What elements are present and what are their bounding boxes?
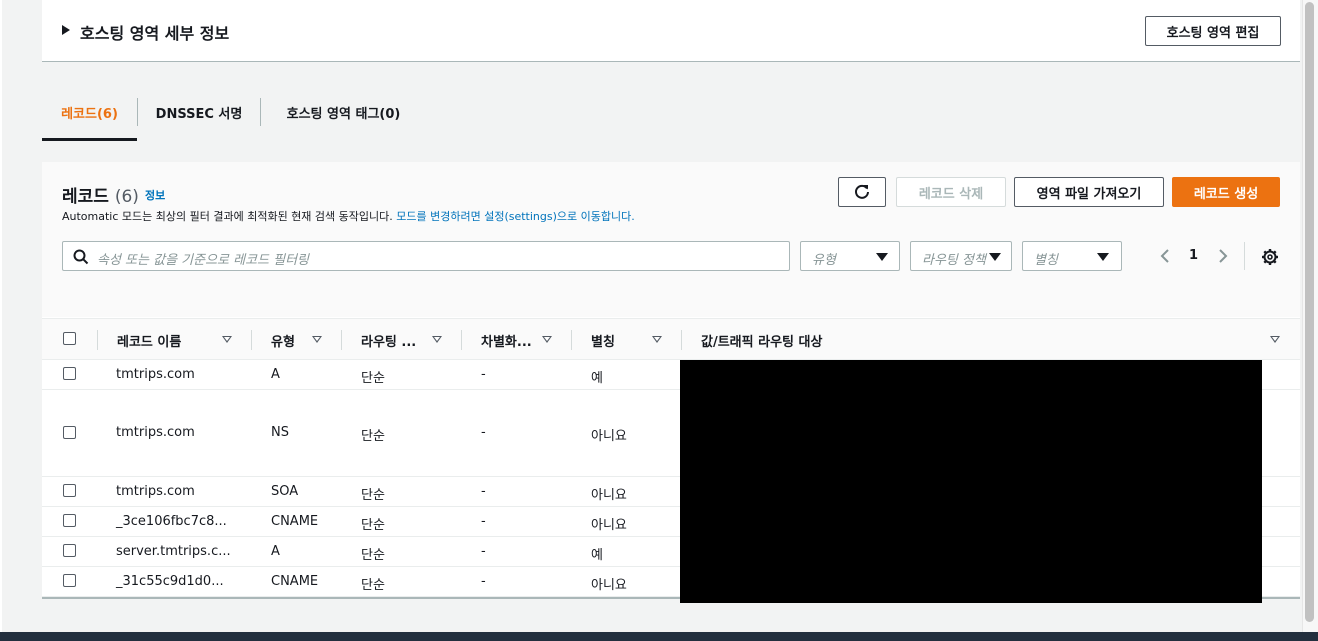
column-divider [251,330,252,350]
settings-link[interactable]: 모드를 변경하려면 설정(settings)으로 이동합니다. [396,210,634,223]
refresh-icon [855,184,869,199]
row-checkbox[interactable] [63,574,76,587]
record-name: server.tmtrips.c... [116,544,231,559]
column-divider [97,330,98,350]
record-type: SOA [271,484,299,499]
record-alias: 예 [591,548,603,563]
import-zone-file-button[interactable]: 영역 파일 가져오기 [1014,177,1164,207]
record-differentiator: - [481,544,486,559]
column-header-type[interactable]: 유형 [271,319,295,361]
type-filter-label: 유형 [812,253,836,268]
record-alias: 예 [591,371,603,386]
column-header-value[interactable]: 값/트래픽 라우팅 대상 [701,319,822,361]
type-filter-select[interactable]: 유형 [800,241,900,271]
column-divider [681,330,682,350]
row-checkbox[interactable] [63,544,76,557]
row-checkbox[interactable] [63,426,76,439]
sort-icon[interactable] [652,336,662,343]
row-checkbox[interactable] [63,367,76,380]
search-placeholder: 속성 또는 값을 기준으로 레코드 필터링 [97,253,310,268]
row-checkbox[interactable] [63,484,76,497]
record-type: CNAME [271,574,319,589]
record-filter-input[interactable]: 속성 또는 값을 기준으로 레코드 필터링 [62,241,790,271]
row-checkbox[interactable] [63,514,76,527]
edit-hosted-zone-button[interactable]: 호스팅 영역 편집 [1145,16,1281,46]
routing-policy-filter-label: 라우팅 정책 [922,253,986,268]
sort-icon[interactable] [542,336,552,343]
settings-gear-icon[interactable] [1261,248,1279,266]
bottom-bar [0,632,1318,641]
redacted-values-block [680,360,1262,603]
search-icon [73,249,89,265]
record-routing: 단순 [361,578,385,593]
records-title-text: 레코드 [62,187,109,207]
record-alias: 아니요 [591,488,627,503]
expand-caret-icon[interactable] [62,25,70,35]
tab-dnssec[interactable]: DNSSEC 서명 [138,84,260,140]
record-routing: 단순 [361,488,385,503]
dropdown-arrow-icon [876,253,888,261]
current-page[interactable]: 1 [1189,248,1198,263]
record-alias: 아니요 [591,578,627,593]
record-differentiator: - [481,367,486,382]
dropdown-arrow-icon [989,253,1001,261]
description-text: Automatic 모드는 최상의 필터 결과에 최적화된 현재 검색 동작입니… [62,210,393,223]
column-header-alias[interactable]: 별칭 [591,319,615,361]
table-header: 레코드 이름 유형 라우팅 ... 차별화... 별칭 값/트래픽 라우팅 대상 [42,318,1300,360]
hosted-zone-details-panel: 호스팅 영역 세부 정보 호스팅 영역 편집 [42,0,1300,62]
column-divider [461,330,462,350]
tab-hosted-zone-tags[interactable]: 호스팅 영역 태그(0) [261,84,426,140]
next-page-icon[interactable] [1217,248,1229,264]
record-type: CNAME [271,514,319,529]
create-record-button[interactable]: 레코드 생성 [1172,177,1280,207]
record-routing: 단순 [361,548,385,563]
column-divider [341,330,342,350]
sort-icon[interactable] [1270,336,1280,343]
info-link[interactable]: 정보 [145,187,165,203]
app-frame: 호스팅 영역 세부 정보 호스팅 영역 편집 레코드(6) DNSSEC 서명 … [0,0,1318,641]
column-header-differentiator[interactable]: 차별화... [481,319,532,361]
tab-records[interactable]: 레코드(6) [42,84,137,140]
record-name: tmtrips.com [116,484,195,499]
delete-record-button[interactable]: 레코드 삭제 [896,177,1006,207]
record-alias: 아니요 [591,429,627,444]
column-divider [571,330,572,350]
record-name: tmtrips.com [116,425,195,440]
record-differentiator: - [481,514,486,529]
record-name: tmtrips.com [116,367,195,382]
active-tab-indicator [42,138,137,141]
sort-icon[interactable] [222,336,232,343]
record-type: A [271,367,280,382]
record-routing: 단순 [361,371,385,386]
record-type: NS [271,425,289,440]
pager-divider [1244,242,1245,270]
record-differentiator: - [481,574,486,589]
scrollbar-thumb[interactable] [1305,2,1314,622]
column-header-record-name[interactable]: 레코드 이름 [117,319,181,361]
column-header-routing-policy[interactable]: 라우팅 ... [361,319,416,361]
left-edge [0,0,2,632]
record-name: _31c55c9d1d0... [116,574,224,589]
details-title[interactable]: 호스팅 영역 세부 정보 [80,20,229,44]
refresh-button[interactable] [838,177,886,207]
tab-bar: 레코드(6) DNSSEC 서명 호스팅 영역 태그(0) [42,84,1300,142]
sort-icon[interactable] [312,336,322,343]
search-mode-description: Automatic 모드는 최상의 필터 결과에 최적화된 현재 검색 동작입니… [62,208,635,224]
record-name: _3ce106fbc7c8... [116,514,227,529]
record-alias: 아니요 [591,518,627,533]
record-type: A [271,544,280,559]
select-all-checkbox[interactable] [63,332,76,345]
record-routing: 단순 [361,429,385,444]
sort-icon[interactable] [432,336,442,343]
record-differentiator: - [481,484,486,499]
alias-filter-select[interactable]: 별칭 [1022,241,1122,271]
record-routing: 단순 [361,518,385,533]
records-count: (6) [114,187,139,207]
dropdown-arrow-icon [1097,253,1109,261]
routing-policy-filter-select[interactable]: 라우팅 정책 [910,241,1012,271]
previous-page-icon[interactable] [1159,248,1171,264]
alias-filter-label: 별칭 [1034,253,1058,268]
record-differentiator: - [481,425,486,440]
records-title: 레코드 (6) [62,182,139,207]
